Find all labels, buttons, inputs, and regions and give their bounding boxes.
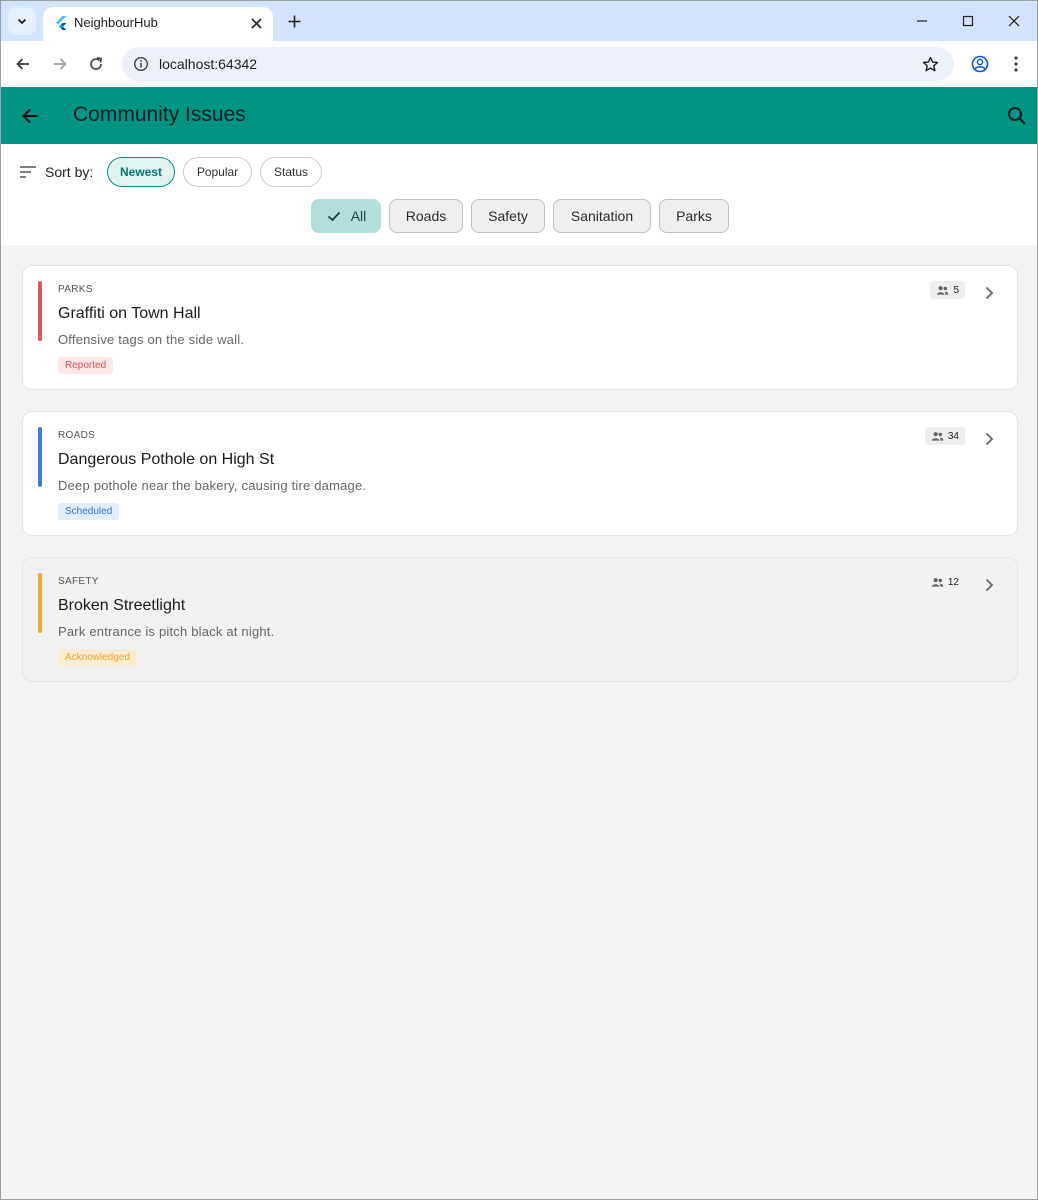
supporter-count: 5 bbox=[953, 284, 959, 296]
close-icon bbox=[250, 17, 262, 29]
supporter-count: 34 bbox=[947, 430, 959, 442]
forward-button[interactable] bbox=[48, 52, 72, 76]
category-accent-bar bbox=[38, 281, 42, 341]
supporter-count: 12 bbox=[947, 576, 959, 588]
tab-strip: NeighbourHub bbox=[1, 1, 1037, 41]
sort-icon bbox=[20, 166, 36, 178]
page-title: Community Issues bbox=[73, 103, 246, 126]
issue-description: Park entrance is pitch black at night. bbox=[58, 624, 275, 639]
more-vert-icon bbox=[1014, 56, 1018, 72]
issue-category: SAFETY bbox=[58, 576, 99, 587]
people-icon bbox=[931, 431, 944, 441]
issue-card[interactable]: ROADS Dangerous Pothole on High St Deep … bbox=[22, 411, 1018, 536]
supporter-count-badge: 34 bbox=[924, 427, 965, 445]
account-circle-icon bbox=[971, 55, 989, 73]
issue-category: ROADS bbox=[58, 430, 96, 441]
supporter-count-badge: 12 bbox=[925, 573, 965, 591]
category-chip-parks[interactable]: Parks bbox=[659, 199, 729, 233]
arrow-left-icon bbox=[16, 58, 29, 70]
status-badge: Acknowledged bbox=[58, 649, 138, 666]
category-chip-safety[interactable]: Safety bbox=[471, 199, 545, 233]
issue-title: Broken Streetlight bbox=[58, 597, 186, 614]
reload-icon bbox=[90, 57, 102, 70]
category-chip-label: All bbox=[350, 208, 367, 224]
arrow-back-icon bbox=[22, 108, 38, 124]
chevron-down-icon bbox=[17, 18, 27, 25]
flutter-logo-icon bbox=[56, 16, 67, 30]
tab-title: NeighbourHub bbox=[74, 15, 158, 30]
profile-button[interactable] bbox=[968, 52, 992, 76]
maximize-button[interactable] bbox=[955, 9, 981, 33]
plus-icon bbox=[288, 15, 300, 27]
check-icon bbox=[327, 211, 340, 222]
minimize-button[interactable] bbox=[909, 9, 935, 33]
people-icon bbox=[937, 285, 949, 295]
browser-toolbar: localhost:64342 bbox=[1, 41, 1037, 87]
chevron-right-icon[interactable] bbox=[979, 283, 999, 303]
issue-category: PARKS bbox=[58, 284, 93, 295]
new-tab-button[interactable] bbox=[283, 10, 305, 32]
chevron-right-icon[interactable] bbox=[979, 575, 999, 595]
category-accent-bar bbox=[38, 573, 42, 633]
supporter-count-badge: 5 bbox=[930, 281, 965, 299]
filter-panel: Sort by: Newest Popular Status All Roads… bbox=[1, 144, 1037, 245]
app-bar: Community Issues bbox=[1, 87, 1037, 144]
tab-close-button[interactable] bbox=[247, 14, 265, 32]
issue-description: Deep pothole near the bakery, causing ti… bbox=[58, 478, 367, 493]
minimize-icon bbox=[917, 20, 927, 22]
address-bar[interactable]: localhost:64342 bbox=[122, 47, 954, 81]
category-chip-sanitation[interactable]: Sanitation bbox=[553, 199, 651, 233]
category-accent-bar bbox=[38, 427, 42, 487]
tab-search-button[interactable] bbox=[8, 7, 36, 35]
back-button[interactable] bbox=[17, 103, 43, 129]
issue-title: Graffiti on Town Hall bbox=[58, 305, 201, 322]
maximize-icon bbox=[962, 15, 974, 27]
window-close-button[interactable] bbox=[1001, 9, 1027, 33]
status-badge: Reported bbox=[58, 357, 114, 374]
search-button[interactable] bbox=[1005, 104, 1029, 128]
url-text: localhost:64342 bbox=[159, 56, 258, 72]
issue-card[interactable]: SAFETY Broken Streetlight Park entrance … bbox=[22, 557, 1018, 682]
status-badge: Scheduled bbox=[58, 503, 120, 520]
issue-description: Offensive tags on the side wall. bbox=[58, 332, 245, 347]
chevron-right-icon[interactable] bbox=[979, 429, 999, 449]
bookmark-star-icon[interactable] bbox=[920, 54, 940, 74]
issue-title: Dangerous Pothole on High St bbox=[58, 451, 275, 468]
sort-chip-popular[interactable]: Popular bbox=[183, 157, 252, 187]
browser-menu-button[interactable] bbox=[1004, 52, 1028, 76]
arrow-right-icon bbox=[54, 58, 67, 70]
search-icon bbox=[1008, 107, 1026, 125]
browser-window: NeighbourHub localhost:64342 Community I… bbox=[0, 0, 1038, 1200]
people-icon bbox=[931, 577, 944, 587]
sort-label: Sort by: bbox=[45, 164, 94, 180]
sort-chip-newest[interactable]: Newest bbox=[107, 157, 175, 187]
issue-card[interactable]: PARKS Graffiti on Town Hall Offensive ta… bbox=[22, 265, 1018, 390]
browser-tab[interactable]: NeighbourHub bbox=[43, 7, 273, 41]
back-button[interactable] bbox=[11, 52, 35, 76]
reload-button[interactable] bbox=[84, 52, 108, 76]
close-icon bbox=[1008, 15, 1020, 27]
category-chip-all[interactable]: All bbox=[311, 199, 381, 233]
category-chip-roads[interactable]: Roads bbox=[389, 199, 463, 233]
site-info-icon[interactable] bbox=[132, 55, 150, 73]
sort-chip-status[interactable]: Status bbox=[260, 157, 322, 187]
